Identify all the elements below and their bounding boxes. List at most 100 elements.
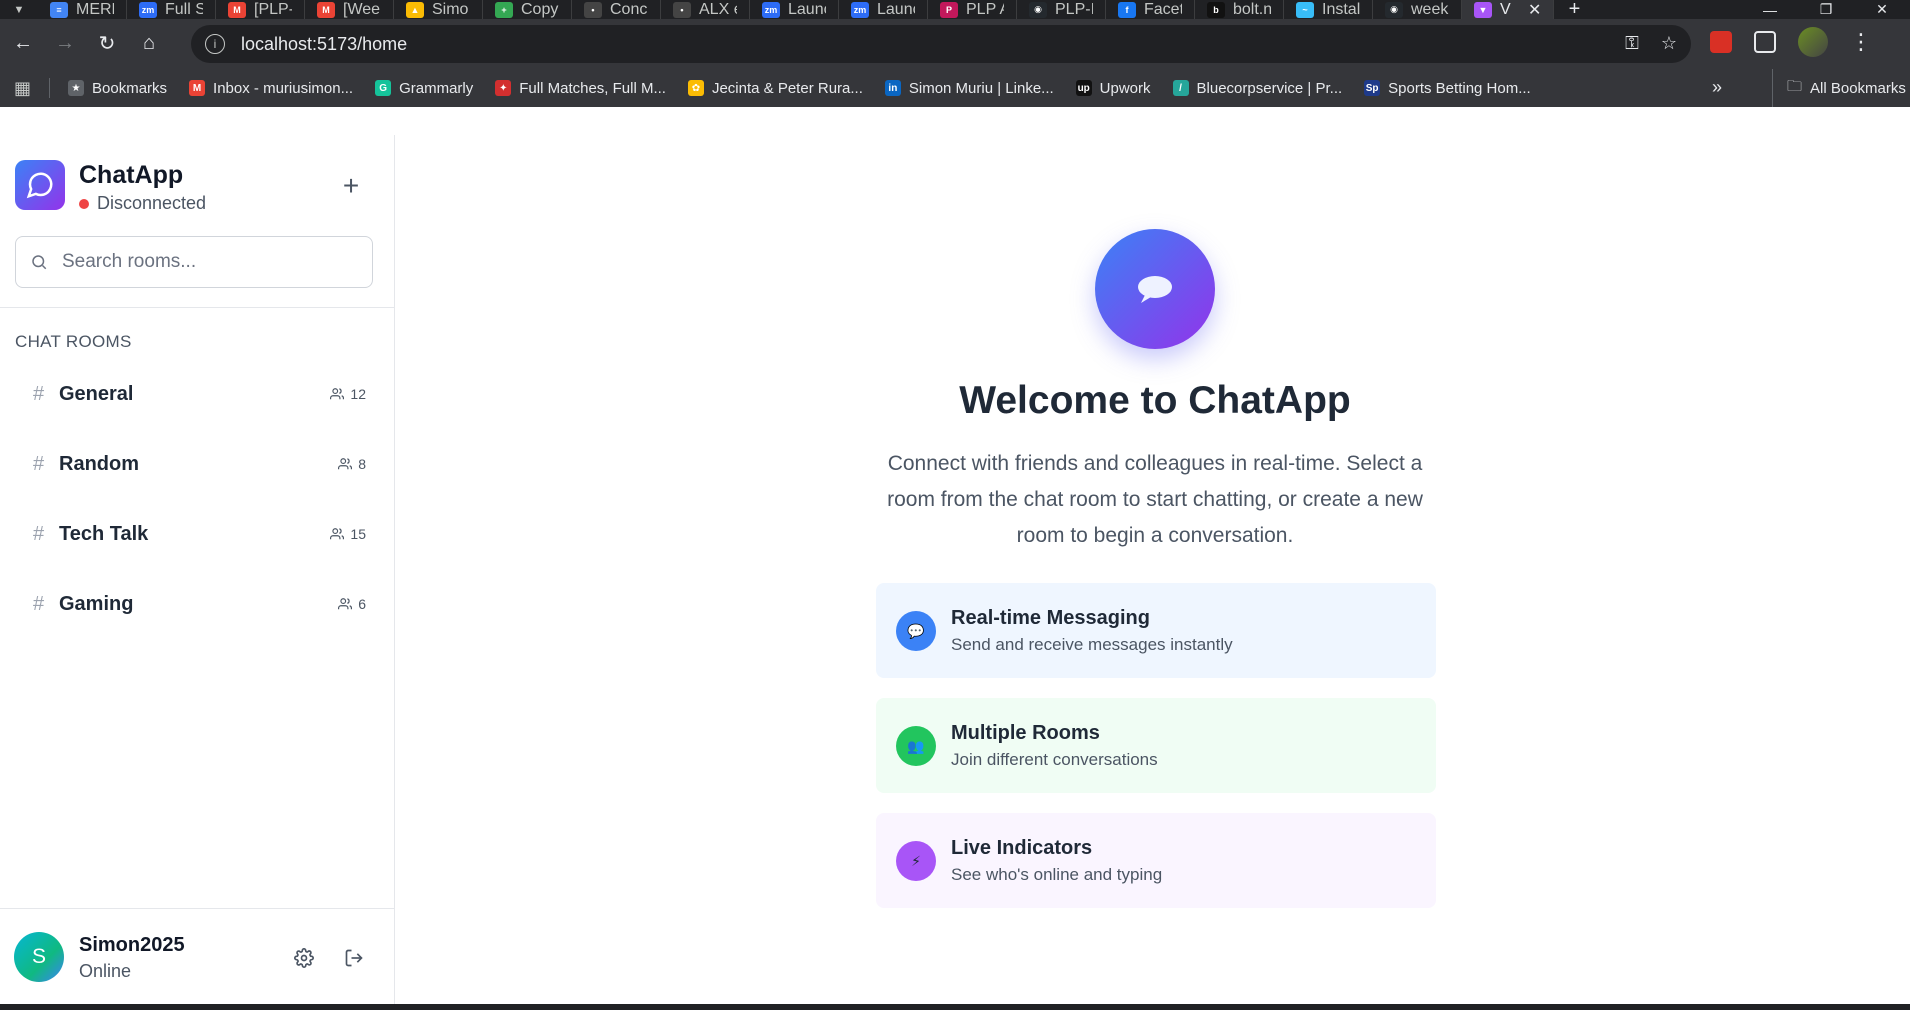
bookmark-item[interactable]: / Bluecorpservice | Pr... bbox=[1172, 80, 1342, 97]
browser-tab[interactable]: ▼ V ✕ bbox=[1462, 0, 1555, 19]
tab-title: Simo bbox=[432, 0, 469, 18]
grammarly-icon: G bbox=[375, 80, 392, 96]
users-icon bbox=[338, 458, 353, 470]
tab-title: Copy bbox=[521, 0, 559, 18]
bookmark-item[interactable]: ✿ Jecinta & Peter Rura... bbox=[687, 80, 863, 97]
all-bookmarks-button[interactable]: 🗀 All Bookmarks bbox=[1772, 69, 1906, 107]
drive-icon: ▲ bbox=[406, 1, 424, 18]
browser-tab[interactable]: ▲ Simo bbox=[394, 0, 483, 19]
browser-tab[interactable]: + Copy bbox=[483, 0, 572, 19]
reload-icon[interactable]: ↻ bbox=[88, 24, 126, 62]
browser-tab[interactable]: ◉ week bbox=[1373, 0, 1462, 19]
section-title: CHAT ROOMS bbox=[15, 332, 132, 351]
chat-app: ChatApp Disconnected + CHAT ROOMS # Gener… bbox=[0, 135, 1910, 1005]
page-title: Welcome to ChatApp bbox=[959, 379, 1351, 422]
bookmark-label: Full Matches, Full M... bbox=[519, 79, 666, 97]
tab-close-icon[interactable]: ✕ bbox=[1528, 0, 1541, 19]
user-name: Simon2025 bbox=[79, 934, 185, 956]
room-name: Random bbox=[59, 452, 139, 475]
maximize-icon[interactable]: ❐ bbox=[1798, 0, 1854, 19]
search-input[interactable] bbox=[62, 251, 352, 273]
browser-tab[interactable]: P PLP A bbox=[928, 0, 1017, 19]
bookmark-item[interactable]: G Grammarly bbox=[375, 80, 473, 97]
star-icon: ★ bbox=[68, 80, 85, 96]
bookmark-item[interactable]: ✦ Full Matches, Full M... bbox=[495, 80, 666, 97]
back-arrow-icon[interactable]: ← bbox=[4, 24, 42, 62]
browser-tab[interactable]: M [PLP- bbox=[216, 0, 305, 19]
site-info-icon[interactable]: i bbox=[205, 34, 225, 54]
browser-tab[interactable]: • Conc bbox=[572, 0, 661, 19]
browser-tab[interactable]: zm Launc bbox=[750, 0, 839, 19]
minimize-icon[interactable]: — bbox=[1742, 0, 1798, 19]
lightning-icon: ⚡ bbox=[896, 841, 936, 881]
puzzle-icon[interactable] bbox=[1754, 31, 1776, 53]
browser-tab[interactable]: zm Full S bbox=[127, 0, 216, 19]
room-item[interactable]: # Random 8 bbox=[15, 429, 380, 499]
chevron-more-icon[interactable]: » bbox=[1712, 77, 1722, 98]
tab-title: Instal bbox=[1322, 0, 1360, 18]
sp-icon: Sp bbox=[1364, 80, 1381, 96]
browser-toolbar: ← → ↻ ⌂ i localhost:5173/home ⚿ ☆ ⋮ ▦ ★ B… bbox=[0, 19, 1910, 107]
profile-avatar[interactable] bbox=[1798, 27, 1828, 57]
new-tab-button[interactable]: + bbox=[1554, 0, 1594, 19]
tab-title: PLP A bbox=[966, 0, 1004, 18]
menu-kebab-icon[interactable]: ⋮ bbox=[1850, 29, 1872, 55]
url-text[interactable]: localhost:5173/home bbox=[241, 34, 407, 55]
browser-tab[interactable]: f Facet bbox=[1106, 0, 1195, 19]
bookmark-item[interactable]: Sp Sports Betting Hom... bbox=[1364, 80, 1531, 97]
room-item[interactable]: # General 12 bbox=[15, 359, 380, 429]
forward-arrow-icon[interactable]: → bbox=[46, 24, 84, 62]
user-status: Online bbox=[79, 961, 132, 981]
tab-title: ALX e bbox=[699, 0, 737, 18]
tab-title: [PLP- bbox=[254, 0, 292, 18]
address-bar[interactable]: i localhost:5173/home ⚿ ☆ bbox=[191, 25, 1691, 63]
room-name: Tech Talk bbox=[59, 522, 149, 545]
avatar[interactable]: S bbox=[14, 932, 64, 982]
site-icon: • bbox=[584, 1, 602, 18]
browser-tab[interactable]: b bolt.n bbox=[1195, 0, 1284, 19]
bookmark-item[interactable]: ★ Bookmarks bbox=[68, 80, 167, 97]
hash-icon: # bbox=[33, 592, 45, 615]
bookmark-item[interactable]: M Inbox - muriusimon... bbox=[189, 80, 353, 97]
zoom-icon: zm bbox=[139, 1, 157, 18]
password-key-icon[interactable]: ⚿ bbox=[1625, 33, 1639, 54]
speech-bubble-icon: 💬 bbox=[896, 611, 936, 651]
extensions-area: ⋮ bbox=[1710, 27, 1872, 57]
bookmarks-bar: ▦ ★ Bookmarks M Inbox - muriusimon... G Gramm… bbox=[0, 69, 1910, 107]
browser-tab[interactable]: ≡ MERN bbox=[38, 0, 127, 19]
logout-icon[interactable] bbox=[343, 947, 365, 969]
bookmark-item[interactable]: up Upwork bbox=[1075, 79, 1151, 97]
vite-icon: ▼ bbox=[1474, 1, 1492, 18]
settings-gear-icon[interactable] bbox=[293, 947, 315, 969]
apps-grid-icon[interactable]: ▦ bbox=[14, 78, 31, 99]
welcome-panel: Welcome to ChatApp Connect with friends … bbox=[395, 135, 1910, 1005]
browser-tab[interactable]: ~ Instal bbox=[1284, 0, 1373, 19]
member-count: 12 bbox=[330, 386, 366, 402]
search-box[interactable] bbox=[15, 236, 373, 288]
room-item[interactable]: # Tech Talk 15 bbox=[15, 499, 380, 569]
bookmark-star-icon[interactable]: ☆ bbox=[1661, 33, 1677, 54]
member-count-value: 6 bbox=[358, 596, 366, 612]
bookmark-label: Bookmarks bbox=[92, 79, 168, 97]
close-window-icon[interactable]: ✕ bbox=[1854, 0, 1910, 19]
home-icon[interactable]: ⌂ bbox=[130, 24, 168, 62]
feature-title: Real-time Messaging bbox=[951, 607, 1150, 629]
add-room-button[interactable]: + bbox=[336, 170, 366, 201]
browser-tab[interactable]: ◉ PLP-I bbox=[1017, 0, 1106, 19]
user-panel: S Simon2025 Online bbox=[0, 908, 395, 1005]
extension-icon[interactable] bbox=[1710, 31, 1732, 53]
bookmark-label: Sports Betting Hom... bbox=[1388, 79, 1531, 97]
browser-tab[interactable]: • ALX e bbox=[661, 0, 750, 19]
feature-card: 👥 Multiple Rooms Join different conversati… bbox=[876, 698, 1436, 793]
bookmark-label: Upwork bbox=[1099, 79, 1151, 97]
tab-title: MERN bbox=[76, 0, 114, 18]
member-count-value: 12 bbox=[350, 386, 366, 402]
browser-tab[interactable]: zm Launc bbox=[839, 0, 928, 19]
tab-search-icon[interactable]: ▼ bbox=[0, 0, 38, 19]
member-count-value: 15 bbox=[350, 526, 366, 542]
bookmark-item[interactable]: in Simon Muriu | Linke... bbox=[884, 80, 1054, 97]
room-item[interactable]: # Gaming 6 bbox=[15, 569, 380, 639]
browser-tab[interactable]: M [Wee bbox=[305, 0, 394, 19]
tab-title: PLP-I bbox=[1055, 0, 1093, 18]
github-icon: ◉ bbox=[1385, 1, 1403, 18]
